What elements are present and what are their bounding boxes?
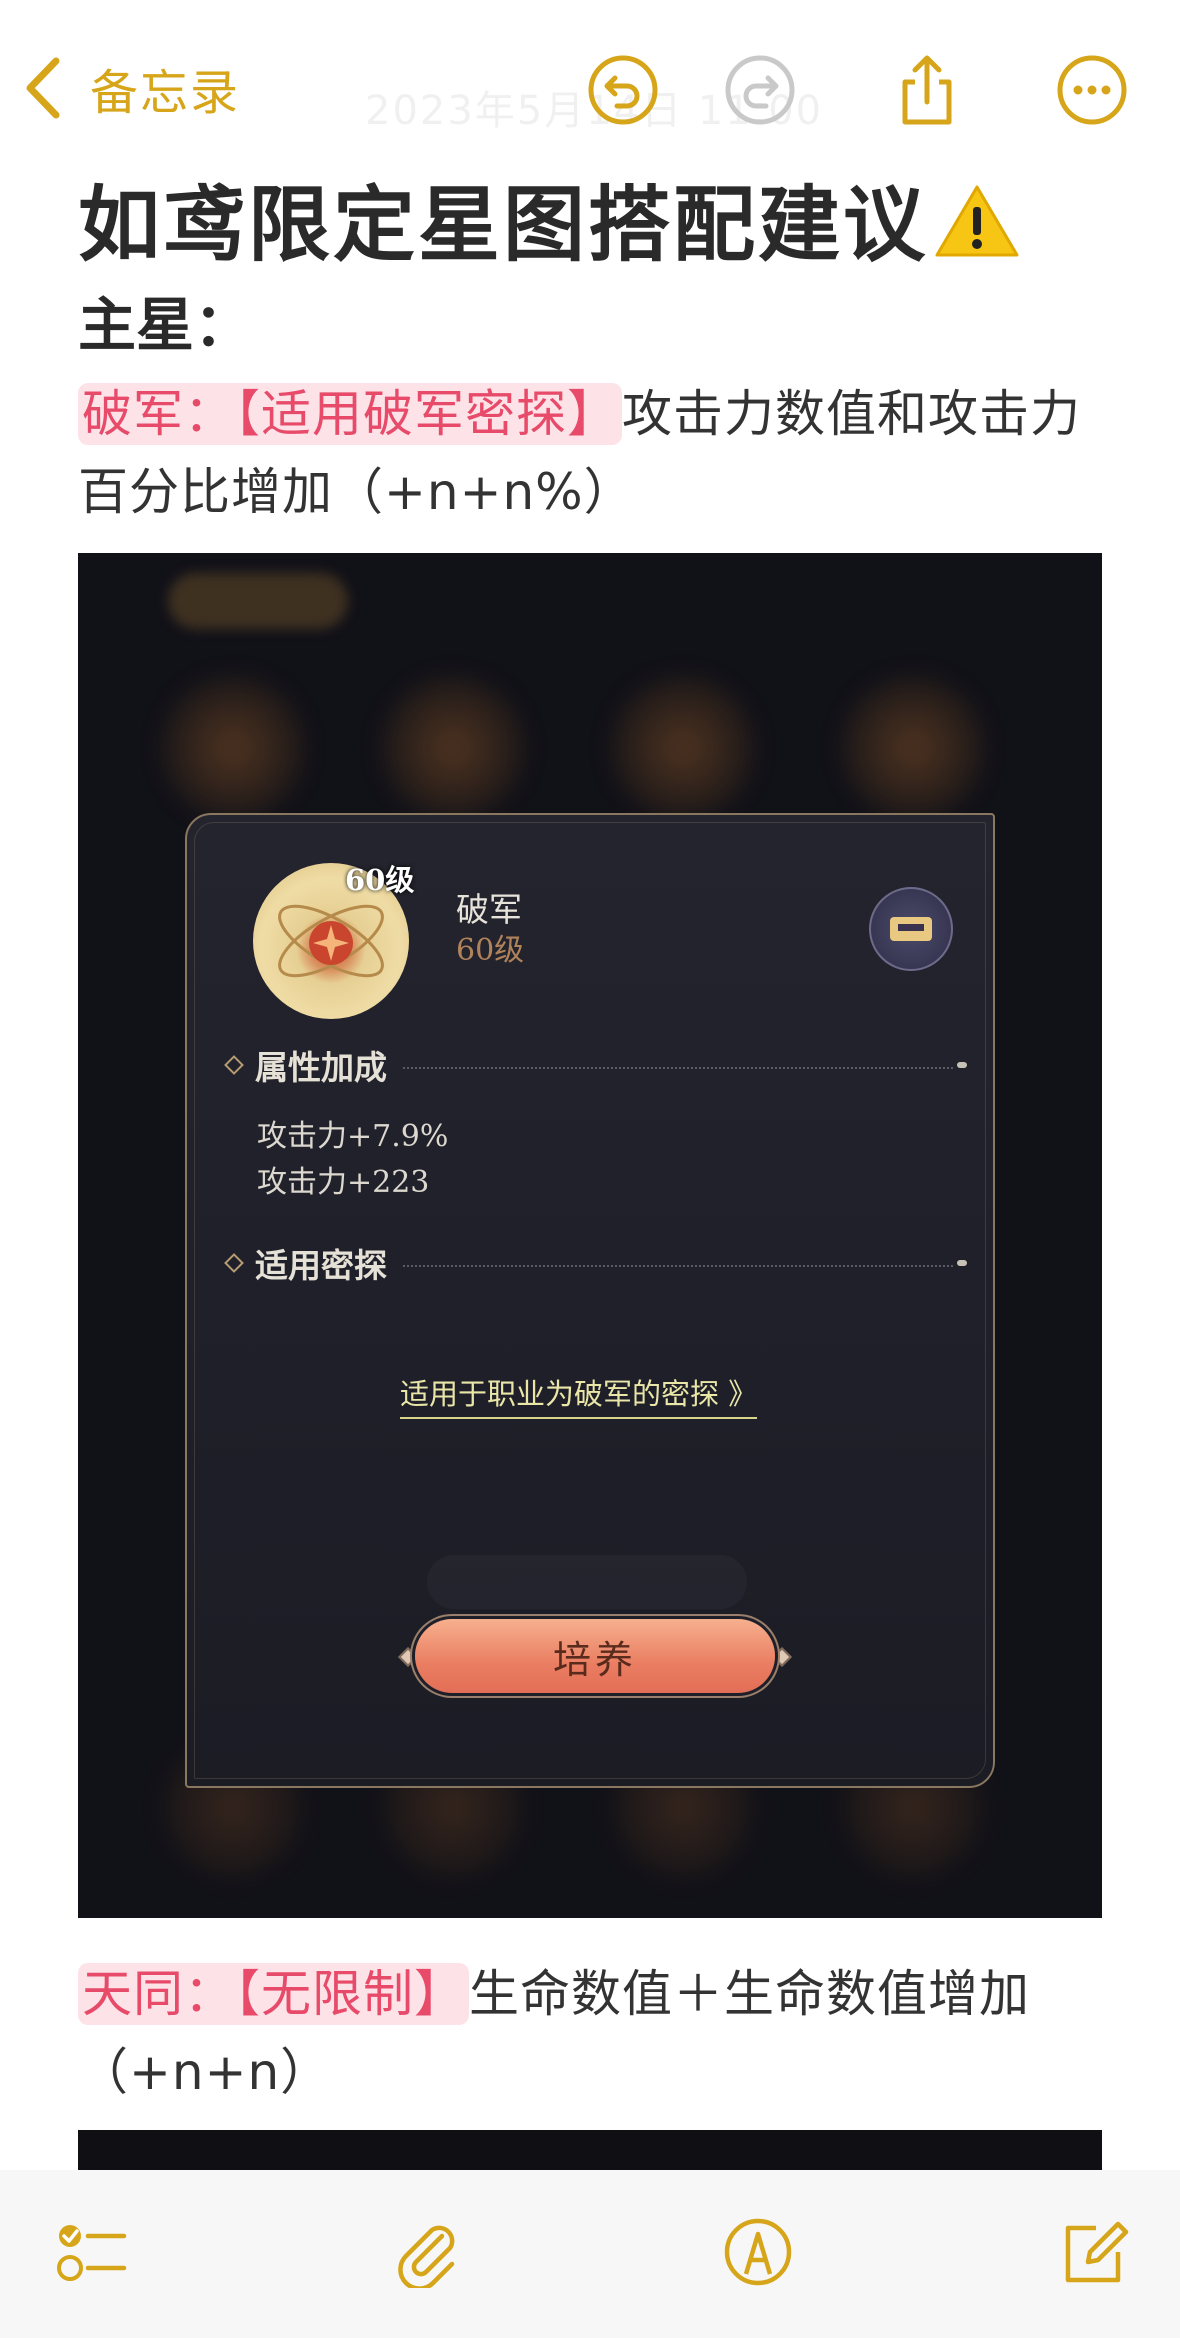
- attach-button[interactable]: [390, 2216, 462, 2291]
- dotted-divider: [403, 1265, 953, 1267]
- more-icon: [1057, 55, 1127, 125]
- more-button[interactable]: [1054, 52, 1130, 128]
- section-label: 属性加成: [255, 1048, 387, 1087]
- paragraph-tiantong[interactable]: 天同：【无限制】生命数值＋生命数值增加（+n+n）: [78, 1955, 1118, 2111]
- diamond-bullet-icon: [224, 1253, 244, 1273]
- highlighted-text: 天同：【无限制】: [78, 1963, 469, 2025]
- chevron-left-icon: [26, 57, 60, 119]
- train-button[interactable]: 培养: [415, 1619, 775, 1693]
- section-applicable-detective: 适用密探: [224, 1243, 967, 1285]
- divider-end-dot: [957, 1062, 967, 1068]
- blurred-star-coin: [158, 673, 308, 823]
- lock-icon: [890, 917, 932, 941]
- back-label: 备忘录: [90, 65, 241, 121]
- paragraph-pojun[interactable]: 破军：【适用破军密探】攻击力数值和攻击力百分比增加（+n+n%）: [78, 375, 1118, 531]
- checklist-button[interactable]: [56, 2216, 128, 2288]
- undo-icon: [588, 55, 658, 125]
- blurred-star-coin: [838, 673, 988, 823]
- blurred-star-coin: [608, 673, 758, 823]
- markup-button[interactable]: [722, 2216, 794, 2288]
- undo-button[interactable]: [585, 52, 661, 128]
- bottom-toolbar: [0, 2170, 1180, 2338]
- redo-icon: [725, 55, 795, 125]
- checklist-icon: [57, 2225, 127, 2281]
- share-button[interactable]: [889, 52, 965, 128]
- highlighted-text: 破军：【适用破军密探】: [78, 383, 622, 445]
- equip-button[interactable]: [869, 887, 953, 971]
- paperclip-icon: [398, 2225, 455, 2291]
- share-icon: [902, 55, 952, 125]
- blurred-star-coin: [378, 673, 528, 823]
- attribute-line: 攻击力+7.9%: [257, 1119, 449, 1154]
- faint-background-pill: [427, 1555, 747, 1609]
- diamond-bullet-icon: [224, 1055, 244, 1075]
- career-filter-link[interactable]: 适用于职业为破军的密探 》: [400, 1371, 758, 1419]
- embedded-game-screenshot[interactable]: 60级 破军 60级 属性加成 攻击力+7.9% 攻击力+223 适用密探 适用…: [78, 553, 1102, 1918]
- compose-button[interactable]: [1058, 2216, 1130, 2288]
- divider-end-dot: [957, 1260, 967, 1266]
- attribute-line: 攻击力+223: [257, 1165, 430, 1200]
- star-detail-dialog: 60级 破军 60级 属性加成 攻击力+7.9% 攻击力+223 适用密探 适用…: [185, 813, 995, 1788]
- dotted-divider: [403, 1067, 953, 1069]
- note-subheading[interactable]: 主星：: [78, 278, 252, 362]
- star-level: 60级: [456, 933, 525, 968]
- section-attribute-bonus: 属性加成: [224, 1045, 967, 1087]
- section-label: 适用密探: [255, 1246, 387, 1285]
- button-cap-ornament: [772, 1647, 792, 1667]
- note-title[interactable]: 如鸢限定星图搭配建议: [78, 158, 1020, 277]
- redo-button[interactable]: [722, 52, 798, 128]
- note-title-text: 如鸢限定星图搭配建议: [78, 178, 929, 273]
- warning-icon: [935, 185, 1019, 257]
- back-button[interactable]: 备忘录: [22, 52, 240, 124]
- compose-icon: [1065, 2221, 1129, 2283]
- embedded-image-partial[interactable]: [78, 2130, 1102, 2170]
- blurred-tab: [168, 573, 348, 629]
- star-name: 破军: [456, 890, 522, 929]
- medal-level-badge: 60级: [345, 863, 415, 897]
- markup-pen-icon: [724, 2218, 792, 2286]
- top-navigation-bar: 备忘录 2023年5月14日 11:00: [0, 0, 1180, 170]
